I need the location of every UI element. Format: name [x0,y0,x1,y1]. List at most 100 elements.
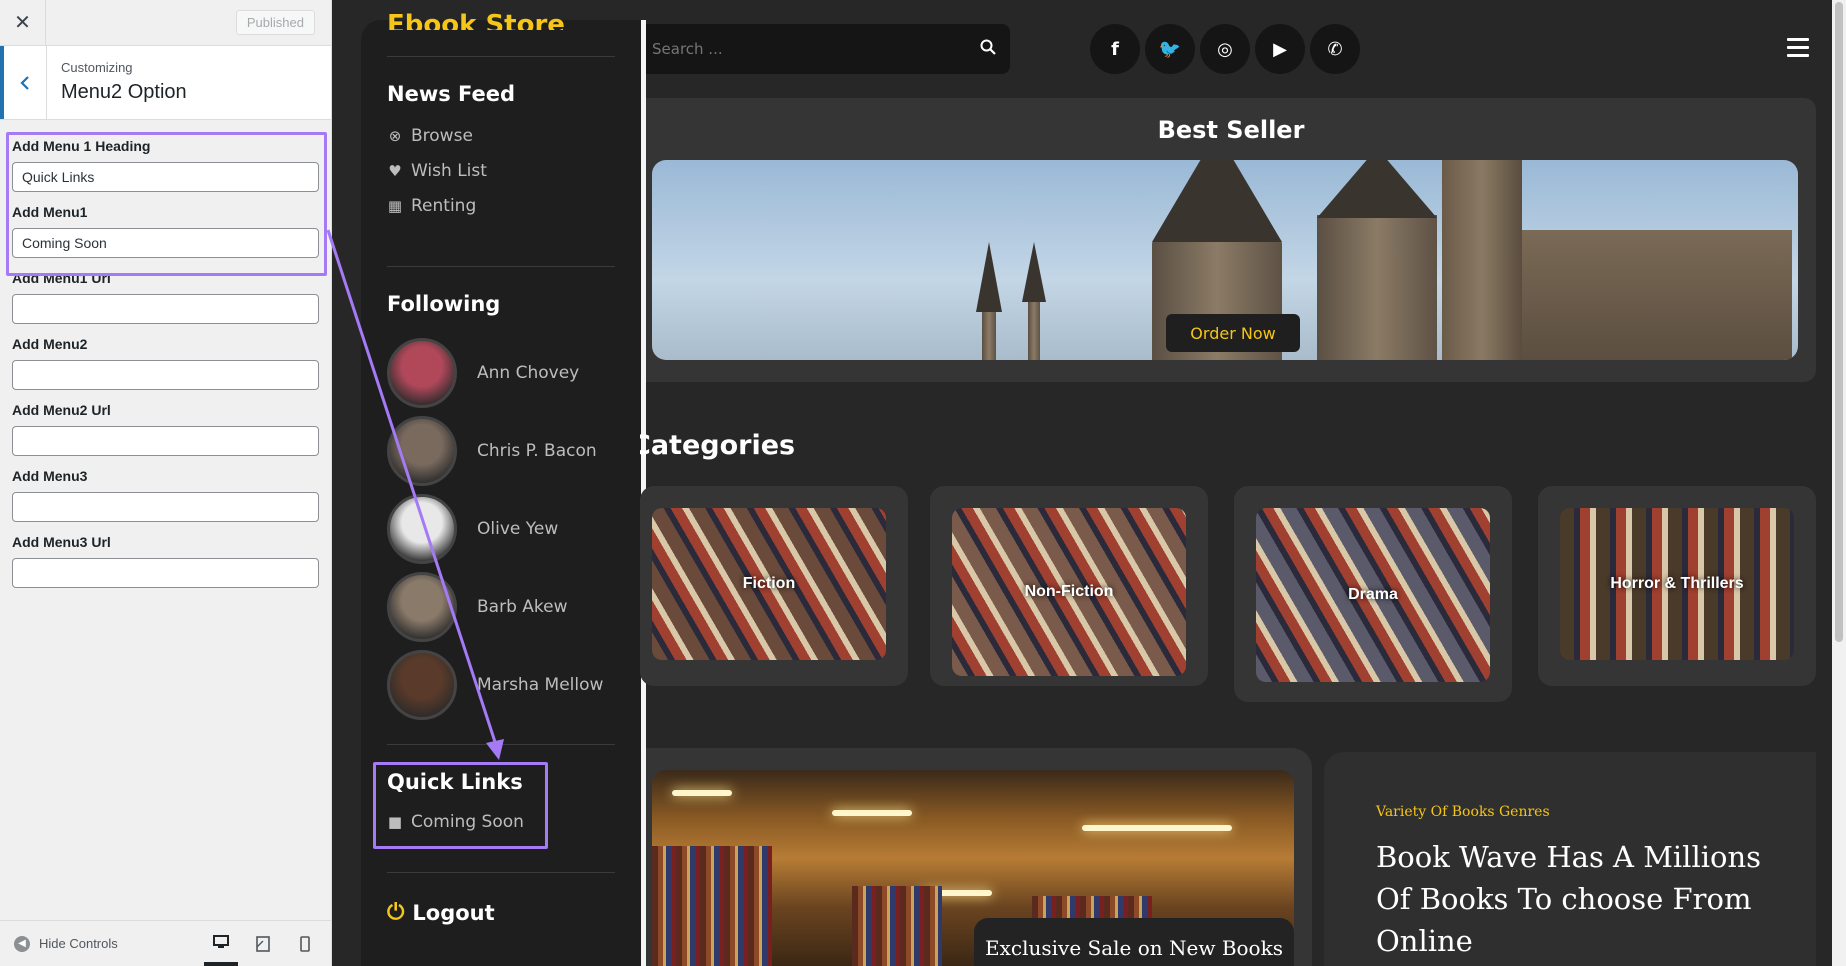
field-input[interactable] [12,228,319,258]
facebook-icon[interactable]: f [1090,24,1140,74]
field-input[interactable] [12,162,319,192]
field-group: Add Menu1 [12,204,319,258]
following-item[interactable]: Olive Yew [387,494,558,564]
field-group: Add Menu 1 Heading [12,138,319,192]
calendar-icon: ▦ [387,197,403,215]
field-label: Add Menu1 [12,204,88,220]
category-label: Fiction [742,575,796,592]
following-item[interactable]: Barb Akew [387,572,568,642]
category-image: Horror & Thrillers [1560,508,1794,660]
field-input[interactable] [12,294,319,324]
dark-sidebar: Ebook Store News Feed ⊗ Browse ♥ Wish List ▦… [361,10,641,966]
youtube-icon[interactable]: ▶ [1255,24,1305,74]
search-icon[interactable] [980,39,996,59]
customizer-footer: ◀ Hide Controls [0,920,332,966]
order-now-button[interactable]: Order Now [1166,314,1300,352]
field-input[interactable] [12,492,319,522]
desktop-preview-icon[interactable] [204,922,238,966]
field-input[interactable] [12,426,319,456]
site-brand[interactable]: Ebook Store [387,10,565,30]
following-name: Chris P. Bacon [477,441,597,461]
divider [387,56,615,57]
field-input[interactable] [12,360,319,390]
quick-links-heading: Quick Links [387,770,523,794]
sidebar-item-browse[interactable]: ⊗ Browse [387,126,473,146]
field-label: Add Menu 1 Heading [12,138,151,154]
field-label: Add Menu3 [12,468,88,484]
chevron-left-icon[interactable] [0,46,47,119]
field-group: Add Menu2 Url [12,402,319,456]
sidebar-item-label: Wish List [411,161,487,181]
collapse-icon[interactable]: ◀ [14,935,30,952]
category-image: Fiction [652,508,886,660]
breadcrumb: Customizing [61,60,133,75]
hide-controls-button[interactable]: Hide Controls [39,936,118,951]
avatar [387,650,457,720]
field-label: Add Menu2 Url [12,402,111,418]
scrollbar[interactable] [1832,0,1846,966]
field-group: Add Menu2 [12,336,319,390]
published-button[interactable]: Published [235,10,315,35]
promo-headline: Book Wave Has A Millions Of Books To cho… [1376,840,1762,958]
video-camera-icon: ■ [387,813,403,831]
scrollbar-thumb[interactable] [1835,2,1843,642]
whatsapp-icon[interactable]: ✆ [1310,24,1360,74]
avatar [387,416,457,486]
category-image: Drama [1256,508,1490,682]
field-group: Add Menu3 [12,468,319,522]
category-label: Drama [1348,586,1398,603]
following-item[interactable]: Chris P. Bacon [387,416,597,486]
section-title: Menu2 Option [61,81,187,103]
close-icon[interactable]: ✕ [0,0,46,46]
instagram-icon[interactable]: ◎ [1200,24,1250,74]
field-group: Add Menu1 Url [12,270,319,324]
following-name: Ann Chovey [477,363,580,383]
category-card[interactable]: Drama [1234,486,1512,702]
divider [387,266,615,267]
promo-card: Variety Of Books Genres Book Wave Has A … [1324,752,1816,966]
section-header: Customizing Menu2 Option [0,46,331,120]
following-item[interactable]: Ann Chovey [387,338,579,408]
field-input[interactable] [12,558,319,588]
promo-tagline: Variety Of Books Genres [1376,804,1550,820]
category-card[interactable]: Non-Fiction [930,486,1208,686]
tablet-preview-icon[interactable] [246,922,280,966]
category-card[interactable]: Fiction [640,486,908,686]
search-bar [646,24,1010,74]
categories-heading: Categories [640,430,796,461]
divider [387,744,615,745]
heart-icon: ♥ [388,162,402,180]
hamburger-menu-icon[interactable] [1787,38,1809,62]
sidebar-item-wish-list[interactable]: ♥ Wish List [387,161,487,181]
social-links: f 🐦 ◎ ▶ ✆ [1090,24,1360,74]
sidebar-item-coming-soon[interactable]: ■ Coming Soon [387,812,524,832]
browse-icon: ⊗ [388,127,402,145]
fields-list: Add Menu 1 Heading Add Menu1 Add Menu1 Url… [0,120,331,610]
power-icon: ⏻ [387,900,405,925]
logout-button[interactable]: ⏻ Logout [387,900,495,925]
mobile-preview-icon[interactable] [288,922,322,966]
twitter-icon[interactable]: 🐦 [1145,24,1195,74]
field-label: Add Menu1 Url [12,270,111,286]
category-card[interactable]: Horror & Thrillers [1538,486,1816,686]
news-feed-heading: News Feed [387,82,516,106]
following-name: Marsha Mellow [477,675,604,695]
avatar [387,338,457,408]
following-item[interactable]: Marsha Mellow [387,650,603,720]
following-name: Barb Akew [477,597,568,617]
avatar [387,494,457,564]
avatar [387,572,457,642]
best-seller-title: Best Seller [1157,116,1305,144]
sidebar-item-renting[interactable]: ▦ Renting [387,196,476,216]
sidebar-item-label: Coming Soon [411,812,524,832]
customizer-topbar: ✕ Published [0,0,331,46]
search-input[interactable] [652,40,952,58]
customizer-panel: ✕ Published Customizing Menu2 Option Add… [0,0,332,966]
exclusive-sale-label[interactable]: Exclusive Sale on New Books [974,918,1294,966]
logout-label: Logout [412,900,495,925]
divider [387,872,615,873]
category-label: Horror & Thrillers [1610,575,1744,592]
field-label: Add Menu3 Url [12,534,111,550]
following-heading: Following [387,292,501,316]
field-group: Add Menu3 Url [12,534,319,588]
